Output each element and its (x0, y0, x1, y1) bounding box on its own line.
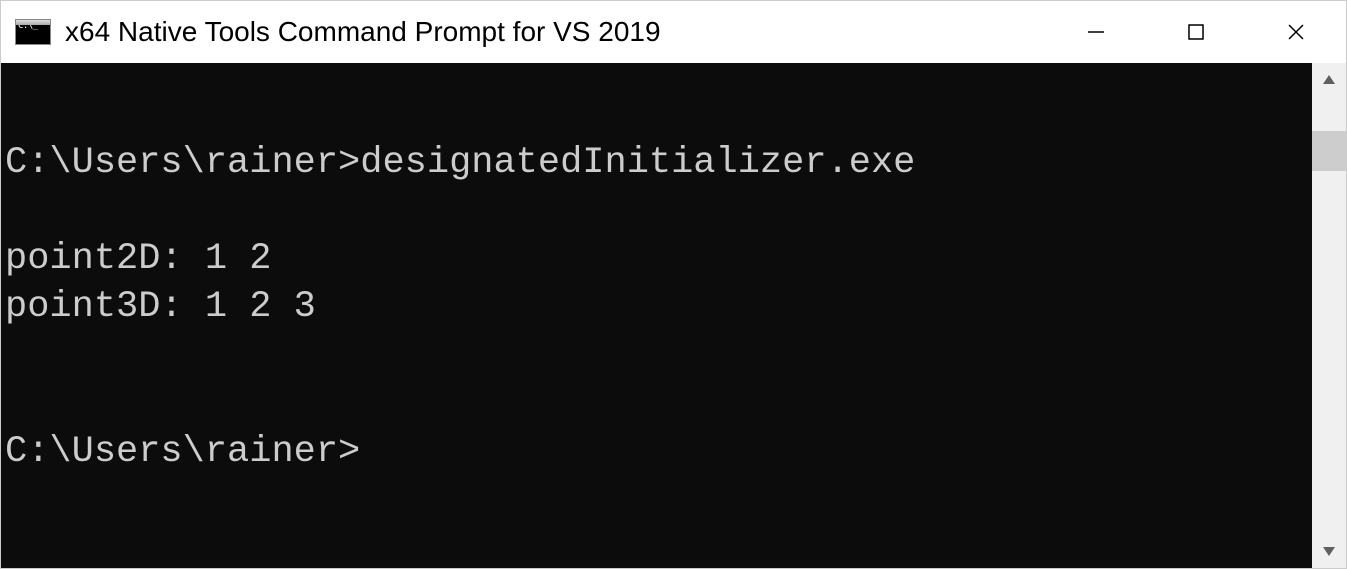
maximize-button[interactable] (1146, 1, 1246, 63)
window-title: x64 Native Tools Command Prompt for VS 2… (65, 16, 661, 48)
minimize-button[interactable] (1046, 1, 1146, 63)
app-icon (15, 19, 51, 45)
close-button[interactable] (1246, 1, 1346, 63)
terminal-container: C:\Users\rainer>designatedInitializer.ex… (1, 63, 1346, 568)
scroll-up-arrow[interactable] (1312, 63, 1346, 97)
window-controls (1046, 1, 1346, 63)
scroll-down-arrow[interactable] (1312, 534, 1346, 568)
scroll-thumb[interactable] (1312, 131, 1346, 171)
titlebar[interactable]: x64 Native Tools Command Prompt for VS 2… (1, 1, 1346, 63)
vertical-scrollbar[interactable] (1312, 63, 1346, 568)
terminal-output[interactable]: C:\Users\rainer>designatedInitializer.ex… (1, 63, 1312, 568)
